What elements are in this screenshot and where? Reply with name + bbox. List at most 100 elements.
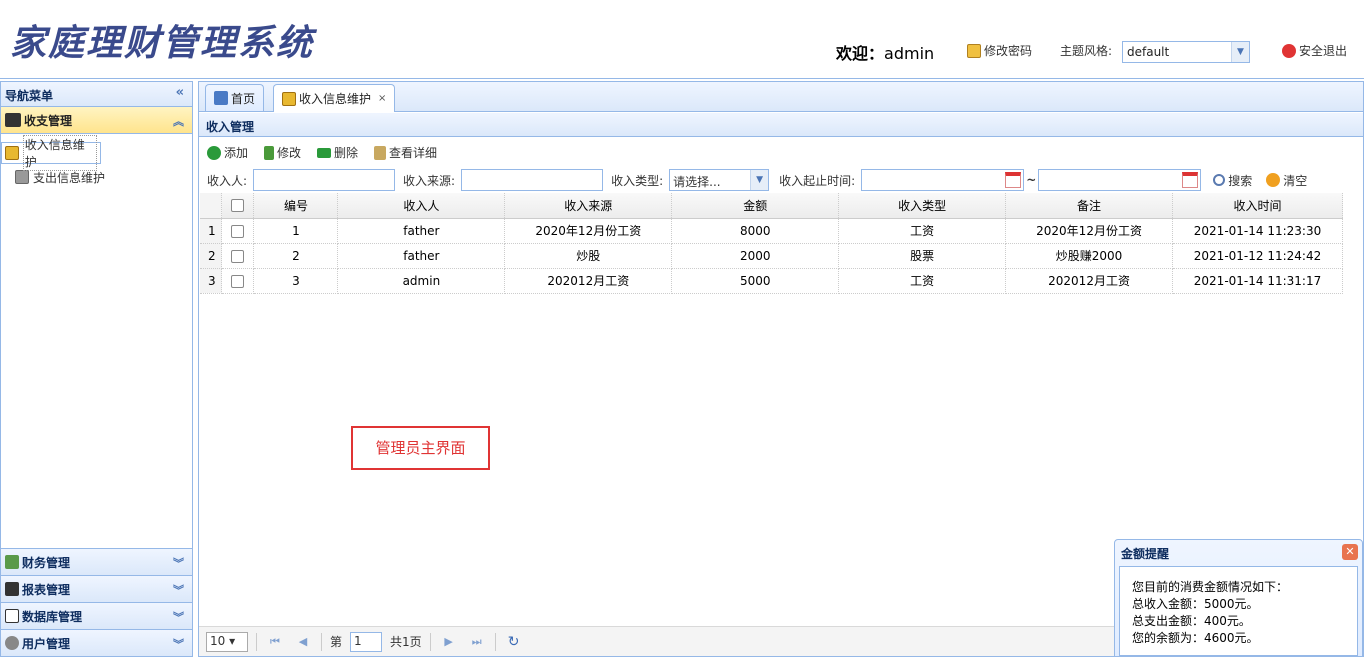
change-password-link[interactable]: 修改密码 xyxy=(967,42,1032,59)
row-checkbox[interactable] xyxy=(231,224,245,238)
delete-button[interactable]: 删除 xyxy=(317,144,358,161)
collapse-icon[interactable]: « xyxy=(176,85,184,100)
last-page-icon[interactable]: ⏭ xyxy=(467,635,487,649)
sidebar-title: 导航菜单 « xyxy=(1,82,192,107)
tab-home[interactable]: 首页 xyxy=(205,84,265,111)
cell-type: 工资 xyxy=(838,218,1007,244)
row-select[interactable] xyxy=(221,243,255,269)
row-checkbox[interactable] xyxy=(231,249,245,263)
table-row[interactable]: 3 3 admin 202012月工资 5000 工资 202012月工资 20… xyxy=(200,268,1343,294)
coins-icon xyxy=(282,91,296,106)
edit-button[interactable]: 修改 xyxy=(264,144,301,161)
popup-title: 金额提醒 ✕ xyxy=(1115,540,1362,565)
refresh-icon[interactable]: ↻ xyxy=(504,634,524,650)
app-logo: 家庭理财管理系统 xyxy=(10,22,315,64)
table-row[interactable]: 2 2 father 炒股 2000 股票 炒股赚2000 2021-01-12… xyxy=(200,243,1343,269)
page-number-input[interactable]: 1 xyxy=(350,631,383,652)
close-icon[interactable]: × xyxy=(378,93,386,104)
cell-time: 2021-01-14 11:31:17 xyxy=(1172,268,1343,294)
chevron-down-icon[interactable]: ︾ xyxy=(173,636,184,652)
accordion-report[interactable]: 报表管理 ︾ xyxy=(1,575,192,602)
cell-remark: 202012月工资 xyxy=(1005,268,1174,294)
chevron-up-icon[interactable]: ︽ xyxy=(173,113,184,129)
amount-reminder-popup: 金额提醒 ✕ 您目前的消费金额情况如下： 总收入金额：5000元。 总支出金额：4… xyxy=(1114,539,1363,657)
row-number: 1 xyxy=(200,218,223,244)
col-time[interactable]: 收入时间 xyxy=(1172,193,1343,219)
tab-income[interactable]: 收入信息维护 × xyxy=(273,84,396,112)
accordion-database[interactable]: 数据库管理 ︾ xyxy=(1,602,192,629)
source-input[interactable] xyxy=(461,169,604,191)
row-number-header xyxy=(200,193,223,219)
divider xyxy=(494,632,496,651)
cell-source: 2020年12月份工资 xyxy=(504,218,673,244)
cell-source: 202012月工资 xyxy=(504,268,673,294)
accordion-finance[interactable]: 财务管理 ︾ xyxy=(1,548,192,575)
wallet-icon xyxy=(15,170,29,184)
chevron-down-icon: ▼ xyxy=(750,170,769,190)
cell-payer: father xyxy=(337,243,506,269)
col-payer[interactable]: 收入人 xyxy=(337,193,506,219)
close-icon[interactable]: ✕ xyxy=(1342,544,1358,560)
clear-button[interactable]: 清空 xyxy=(1266,172,1307,189)
cell-remark: 2020年12月份工资 xyxy=(1005,218,1174,244)
gear-icon xyxy=(5,636,19,650)
row-number: 3 xyxy=(200,268,223,294)
select-all-checkbox[interactable] xyxy=(231,199,245,213)
page-size-select[interactable]: 10 ▾ xyxy=(206,631,248,652)
calendar-icon[interactable] xyxy=(1182,172,1199,188)
lock-icon xyxy=(967,43,981,58)
first-page-icon[interactable]: ⏮ xyxy=(265,635,285,649)
cell-id: 1 xyxy=(253,218,339,244)
select-all-header[interactable] xyxy=(221,193,255,219)
prev-page-icon[interactable]: ◀ xyxy=(293,635,313,648)
divider xyxy=(429,632,431,651)
calendar-icon[interactable] xyxy=(1005,172,1022,188)
row-checkbox[interactable] xyxy=(231,274,245,288)
theme-select[interactable]: default ▼ xyxy=(1122,41,1250,63)
logout-link[interactable]: 安全退出 xyxy=(1282,42,1347,59)
page-prefix: 第 xyxy=(330,635,343,649)
col-source[interactable]: 收入来源 xyxy=(504,193,673,219)
start-date-input[interactable] xyxy=(861,169,1025,191)
header: 家庭理财管理系统 欢迎：admin 修改密码 主题风格: default ▼ 安全… xyxy=(0,0,1364,79)
type-select[interactable]: 请选择... ▼ xyxy=(669,169,770,191)
cell-payer: father xyxy=(337,218,506,244)
annotation-callout: 管理员主界面 xyxy=(351,426,490,470)
document-icon xyxy=(374,145,387,160)
accordion-user[interactable]: 用户管理 ︾ xyxy=(1,629,192,656)
row-select[interactable] xyxy=(221,268,255,294)
payer-input[interactable] xyxy=(253,169,396,191)
cell-amount: 5000 xyxy=(671,268,840,294)
cell-type: 工资 xyxy=(838,268,1007,294)
end-date-input[interactable] xyxy=(1038,169,1202,191)
search-button[interactable]: 搜索 xyxy=(1213,172,1252,189)
divider xyxy=(321,632,322,651)
sidebar-item-income[interactable]: 收入信息维护 xyxy=(1,135,101,171)
next-page-icon[interactable]: ▶ xyxy=(439,635,459,648)
popup-line: 总支出金额：400元。 xyxy=(1132,614,1251,628)
chevron-down-icon[interactable]: ︾ xyxy=(173,609,184,625)
cell-amount: 2000 xyxy=(671,243,840,269)
ledger-icon xyxy=(5,113,21,127)
col-remark[interactable]: 备注 xyxy=(1005,193,1174,219)
clear-icon xyxy=(1266,173,1281,187)
accordion-income-expense[interactable]: 收支管理 ︽ xyxy=(1,107,192,134)
chevron-down-icon[interactable]: ︾ xyxy=(173,582,184,598)
popup-line: 您目前的消费金额情况如下： xyxy=(1132,580,1289,594)
chevron-down-icon[interactable]: ︾ xyxy=(173,555,184,571)
view-detail-button[interactable]: 查看详细 xyxy=(374,144,437,161)
col-type[interactable]: 收入类型 xyxy=(838,193,1007,219)
popup-line: 您的余额为：4600元。 xyxy=(1132,631,1259,645)
col-amount[interactable]: 金额 xyxy=(671,193,840,219)
row-select[interactable] xyxy=(221,218,255,244)
accordion-list: 财务管理 ︾ 报表管理 ︾ 数据库管理 ︾ 用户管理 ︾ xyxy=(1,548,192,656)
add-button[interactable]: 添加 xyxy=(207,144,248,161)
col-id[interactable]: 编号 xyxy=(253,193,339,219)
search-icon xyxy=(1213,174,1226,186)
minus-icon xyxy=(317,147,332,158)
welcome-text: 欢迎：admin xyxy=(836,44,935,63)
table-row[interactable]: 1 1 father 2020年12月份工资 8000 工资 2020年12月份… xyxy=(200,218,1343,244)
search-bar: 收入人: 收入来源: 收入类型: 请选择... ▼ 收入起止时间: ~ 搜索 清空 xyxy=(207,169,1307,191)
cell-amount: 8000 xyxy=(671,218,840,244)
panel-title: 收入管理 xyxy=(199,113,1363,137)
